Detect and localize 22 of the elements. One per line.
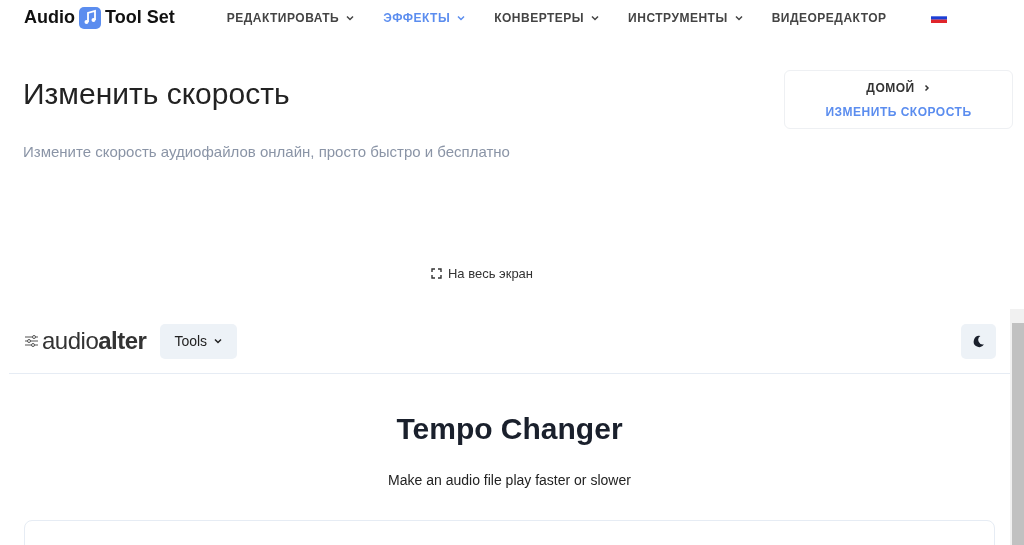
dark-mode-button[interactable] bbox=[961, 323, 996, 359]
nav-link[interactable]: ИНСТРУМЕНТЫ bbox=[628, 8, 744, 27]
app-logo: audioalter bbox=[42, 326, 147, 356]
fullscreen-link[interactable]: На весь экран bbox=[430, 263, 534, 283]
music-note-logo-icon bbox=[79, 6, 101, 29]
tool-title: Tempo Changer bbox=[395, 411, 624, 447]
page-subtitle: Измените скорость аудиофайлов онлайн, просто быстро и бесплатно bbox=[23, 142, 510, 162]
nav-link[interactable]: КОНВЕРТЕРЫ bbox=[494, 8, 601, 27]
expand-icon bbox=[430, 267, 442, 279]
nav-link[interactable]: РЕДАКТИРОВАТЬ bbox=[226, 8, 356, 27]
chevron-right-icon bbox=[922, 83, 931, 92]
nav-link[interactable]: ВИДЕОРЕДАКТОР bbox=[771, 8, 887, 27]
sliders-icon bbox=[24, 335, 39, 347]
chevron-down-icon bbox=[213, 336, 224, 346]
moon-icon bbox=[972, 334, 985, 348]
logo-text: Audio bbox=[24, 6, 75, 29]
logo-text: Tool Set bbox=[105, 6, 175, 29]
page-title: Изменить скорость bbox=[23, 76, 291, 112]
tool-subtitle: Make an audio file play faster or slower bbox=[387, 471, 632, 490]
tools-dropdown[interactable]: Tools bbox=[160, 323, 238, 359]
breadcrumb-link[interactable]: ДОМОЙ bbox=[866, 78, 931, 97]
scrollbar[interactable] bbox=[1010, 309, 1024, 545]
